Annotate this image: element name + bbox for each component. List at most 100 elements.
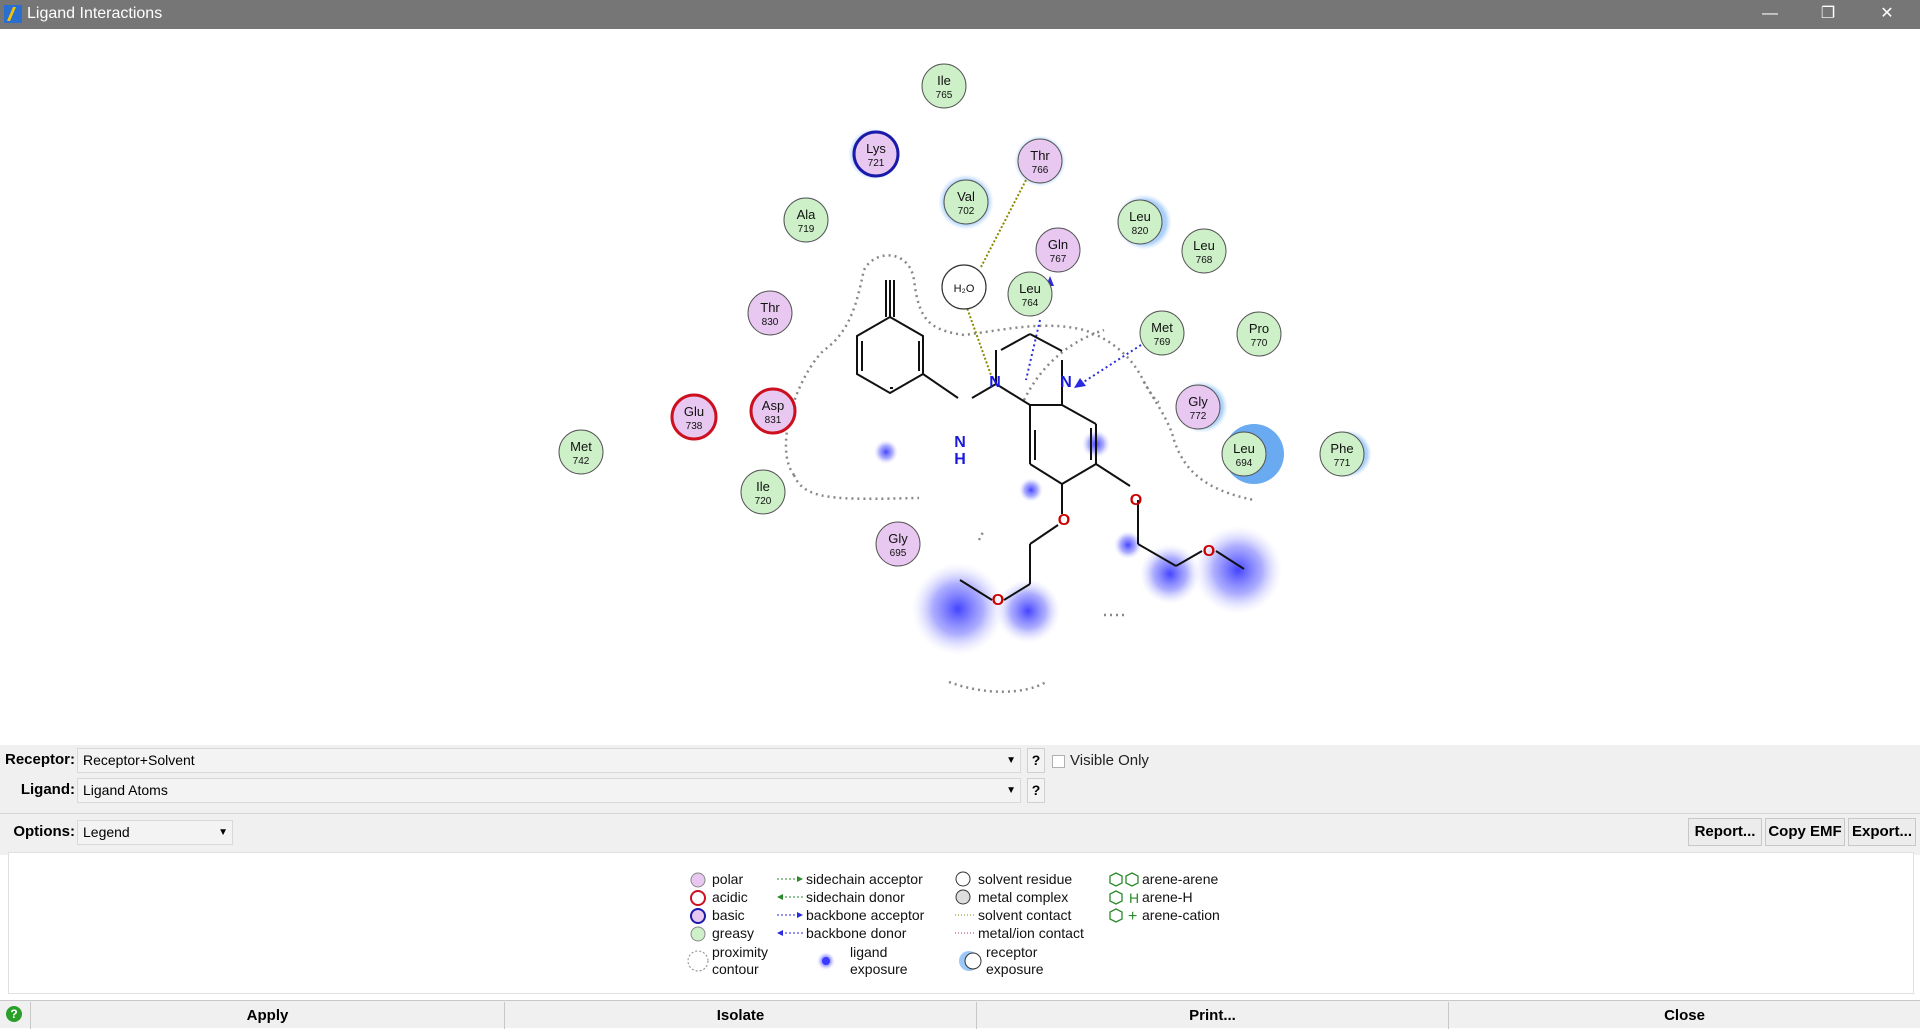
residue-number: 719: [798, 224, 815, 235]
legend-proximity: proximity: [712, 944, 769, 960]
ligand-label: Ligand:: [20, 781, 75, 798]
arrowhead: [777, 930, 783, 936]
ligand-value: Ligand Atoms: [83, 782, 168, 798]
legend-panel: H + polar acidic basic greasy proximity …: [8, 852, 1914, 994]
legend-contour: contour: [712, 961, 759, 977]
report-button[interactable]: Report...: [1688, 818, 1762, 846]
ligand-help-button[interactable]: ?: [1027, 778, 1045, 803]
residue-glu-738[interactable]: Glu 738: [670, 393, 718, 441]
divider: [0, 813, 1920, 814]
residue-number: 771: [1334, 458, 1351, 469]
residue-number: 770: [1251, 338, 1268, 349]
title-bar: Ligand Interactions — ❐ ✕: [0, 0, 1920, 29]
visible-only-checkbox[interactable]: [1052, 755, 1065, 768]
residue-gln-767[interactable]: Gln 767: [1035, 227, 1081, 273]
solvent-residue-symbol: [955, 871, 971, 887]
residue-ile-720[interactable]: Ile 720: [740, 469, 786, 515]
greasy-symbol: [690, 926, 706, 942]
atom-n2: N: [1060, 374, 1072, 391]
residue-leu-764[interactable]: Leu 764: [1007, 271, 1053, 317]
ligand-select[interactable]: Ligand Atoms ▼: [77, 778, 1021, 803]
residue-asp-831[interactable]: Asp 831: [749, 387, 797, 435]
residue-gly-772[interactable]: Gly 772: [1175, 384, 1221, 430]
residue-thr-830[interactable]: Thr 830: [747, 290, 793, 336]
legend-solvent-contact: solvent contact: [978, 907, 1072, 923]
acidic-symbol: [690, 890, 706, 906]
residue-name: Lys: [866, 141, 886, 156]
residue-ile-765[interactable]: Ile 765: [921, 63, 967, 109]
residue-number: 721: [868, 158, 885, 169]
legend-sidechain-donor: sidechain donor: [806, 889, 905, 905]
residue-thr-766[interactable]: Thr 766: [1017, 138, 1063, 184]
residue-leu-768[interactable]: Leu 768: [1181, 228, 1227, 274]
interaction-diagram[interactable]: N N N H O O O O H₂O Ile 765 Lys 721 Thr 766 Va…: [4, 30, 1916, 745]
minimize-button[interactable]: —: [1747, 0, 1793, 29]
copy-emf-button[interactable]: Copy EMF: [1765, 818, 1845, 846]
residue-val-702[interactable]: Val 702: [943, 179, 989, 225]
atom-nh-h: H: [954, 451, 966, 468]
close-button[interactable]: Close: [1448, 1002, 1920, 1029]
legend-acidic: acidic: [712, 889, 748, 905]
help-icon[interactable]: ?: [6, 1006, 22, 1022]
residue-name: Leu: [1233, 441, 1255, 456]
maximize-button[interactable]: ❐: [1805, 0, 1851, 29]
diagram-svg: N N N H O O O O H₂O Ile 765 Lys 721 Thr 766 Va…: [558, 63, 1372, 693]
residue-name: Phe: [1330, 441, 1353, 456]
residue-number: 768: [1196, 255, 1213, 266]
exposure-halo: [1019, 478, 1043, 502]
water-molecule: H₂O: [941, 264, 987, 310]
residue-leu-694[interactable]: Leu 694: [1221, 431, 1267, 477]
residue-layer: Ile 765 Lys 721 Thr 766 Val 702 Ala 719 Leu 820 Leu 7…: [558, 63, 1365, 567]
atom-nh-n: N: [954, 434, 966, 451]
residue-gly-695[interactable]: Gly 695: [875, 521, 921, 567]
basic-symbol: [690, 908, 706, 924]
options-label: Options:: [13, 823, 75, 840]
ligand-exposure-core: [822, 957, 830, 965]
residue-number: 831: [765, 415, 782, 426]
residue-number: 766: [1032, 165, 1049, 176]
receptor-select[interactable]: Receptor+Solvent ▼: [77, 748, 1021, 773]
residue-met-742[interactable]: Met 742: [558, 429, 604, 475]
residue-number: 738: [686, 421, 703, 432]
residue-phe-771[interactable]: Phe 771: [1319, 431, 1365, 477]
arrowhead: [797, 876, 803, 882]
atom-n1: N: [989, 374, 1001, 391]
residue-lys-721[interactable]: Lys 721: [852, 130, 900, 178]
legend-backbone-acceptor: backbone acceptor: [806, 907, 925, 923]
export-button[interactable]: Export...: [1848, 818, 1916, 846]
isolate-button[interactable]: Isolate: [504, 1002, 976, 1029]
residue-leu-820[interactable]: Leu 820: [1117, 199, 1163, 245]
window-title: Ligand Interactions: [27, 5, 163, 22]
svg-text:?: ?: [10, 1007, 17, 1021]
exposure-halo: [874, 440, 898, 464]
solvent-contact-line: [965, 304, 993, 379]
chevron-down-icon: ▼: [1006, 785, 1016, 796]
arrowhead: [777, 894, 783, 900]
options-value: Legend: [83, 824, 130, 840]
residue-name: Thr: [760, 300, 780, 315]
residue-name: Leu: [1129, 209, 1151, 224]
close-window-button[interactable]: ✕: [1864, 0, 1910, 29]
residue-ala-719[interactable]: Ala 719: [783, 197, 829, 243]
metal-complex-symbol: [955, 889, 971, 905]
atom-o1: O: [1130, 492, 1142, 509]
controls-panel: Receptor: Receptor+Solvent ▼ ? Visible O…: [0, 745, 1920, 855]
residue-number: 695: [890, 548, 907, 559]
exposure-halo: [1194, 526, 1282, 614]
residue-name: Gly: [1188, 394, 1208, 409]
receptor-help-button[interactable]: ?: [1027, 748, 1045, 773]
legend-ligand: ligand: [850, 944, 888, 960]
apply-button[interactable]: Apply: [30, 1002, 504, 1029]
residue-met-769[interactable]: Met 769: [1139, 310, 1185, 356]
residue-name: Ile: [937, 73, 951, 88]
residue-number: 694: [1236, 458, 1253, 469]
legend-arene-cation: arene-cation: [1142, 907, 1220, 923]
residue-name: Gly: [888, 531, 908, 546]
print-button[interactable]: Print...: [976, 1002, 1448, 1029]
residue-number: 772: [1190, 411, 1207, 422]
residue-name: Asp: [762, 398, 784, 413]
visible-only-label: Visible Only: [1070, 752, 1149, 769]
residue-pro-770[interactable]: Pro 770: [1236, 311, 1282, 357]
options-select[interactable]: Legend ▼: [77, 820, 233, 845]
legend-sidechain-acceptor: sidechain acceptor: [806, 871, 923, 887]
